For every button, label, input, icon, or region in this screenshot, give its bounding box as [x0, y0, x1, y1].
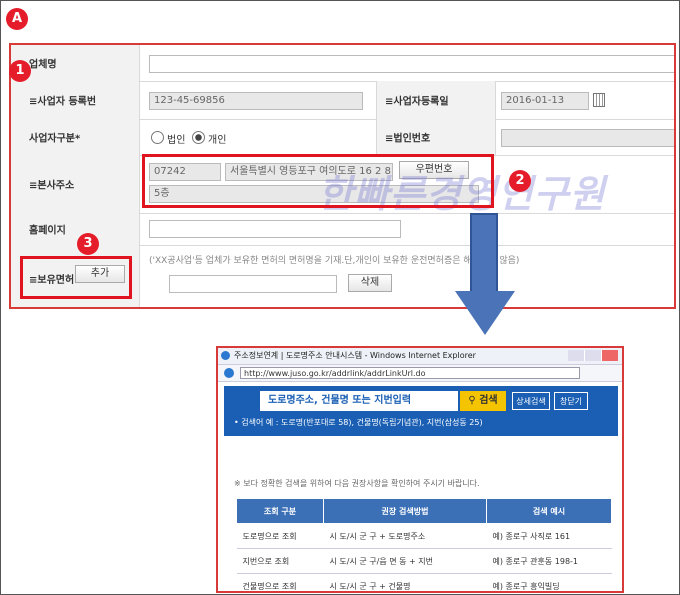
row-company-name: 업체명 [11, 45, 674, 82]
row-biztype: 사업자구분* 법인 개인 ≡법인번호 [11, 119, 674, 156]
bizdate-label: ≡사업자등록일 [385, 96, 449, 108]
license-hint: ('XX공사업'등 업체가 보유한 면허의 면허명을 기재.단,개인이 보유한 … [149, 256, 520, 266]
radio-indiv-label: 개인 [208, 135, 227, 146]
marker-3: 3 [77, 233, 99, 255]
table-header: 권장 검색방법 [323, 498, 487, 524]
company-name-label: 업체명 [29, 59, 57, 71]
calendar-icon[interactable] [593, 93, 605, 107]
ie-page-icon [224, 368, 234, 378]
search-banner: 도로명주소, 건물명 또는 지번입력 ⚲ 검색 상세검색 창닫기 • 검색어 예… [224, 386, 618, 436]
detail-search-button[interactable]: 상세검색 [512, 392, 550, 410]
corpno-input[interactable] [501, 129, 674, 147]
table-row: 도로명으로 조회 시 도/시 군 구 + 도로명주소 예) 종로구 사직로 16… [236, 523, 612, 549]
table-row: 지번으로 조회 시 도/시 군 구/읍 면 동 + 지번 예) 종로구 관훈동 … [236, 548, 612, 574]
delete-license-button[interactable]: 삭제 [348, 274, 392, 292]
popup-titlebar: 주소정보연계 | 도로명주소 안내시스템 - Windows Internet … [218, 348, 622, 365]
biztype-label: 사업자구분* [29, 133, 81, 145]
guide-note: ※ 보다 정확한 검색을 위하여 다음 권장사항을 확인하여 주시기 바랍니다. [234, 479, 480, 488]
arrow-down [470, 213, 498, 293]
table-header: 검색 예시 [486, 498, 612, 524]
license-input[interactable] [169, 275, 337, 293]
marker-2: 2 [509, 170, 531, 192]
search-icon: ⚲ [468, 395, 480, 406]
address-label: ≡본사주소 [29, 180, 75, 192]
license-highlight [20, 256, 132, 299]
search-guide-table: 조회 구분 권장 검색방법 검색 예시 도로명으로 조회 시 도/시 군 구 +… [236, 498, 612, 591]
close-window-button[interactable]: 창닫기 [554, 392, 588, 410]
radio-corp-label: 법인 [167, 135, 186, 146]
bizno-label: ≡사업자 등록번 [29, 96, 97, 108]
bizdate-input[interactable]: 2016-01-13 [501, 92, 589, 110]
ie-logo-icon [221, 351, 230, 360]
table-row: 건물명으로 조회 시 도/시 군 구 + 건물명 예) 종로구 흥익빌딩 [236, 573, 612, 591]
popup-title: 주소정보연계 | 도로명주소 안내시스템 - Windows Internet … [234, 351, 476, 360]
marker-a: A [6, 8, 28, 30]
popup-window: 주소정보연계 | 도로명주소 안내시스템 - Windows Internet … [216, 346, 624, 593]
radio-corp[interactable] [151, 131, 164, 144]
address-highlight [142, 154, 494, 208]
homepage-input[interactable] [149, 220, 401, 238]
row-bizno: ≡사업자 등록번 123-45-69856 ≡사업자등록일 2016-01-13 [11, 81, 674, 120]
bizno-input[interactable]: 123-45-69856 [149, 92, 363, 110]
company-name-input[interactable] [149, 55, 674, 73]
address-bar: http://www.juso.go.kr/addrlink/addrLinkU… [218, 365, 622, 382]
search-button[interactable]: ⚲ 검색 [460, 391, 506, 411]
window-controls[interactable] [568, 350, 618, 361]
homepage-label: 홈페이지 [29, 225, 66, 237]
table-header: 조회 구분 [236, 498, 324, 524]
url-field[interactable]: http://www.juso.go.kr/addrlink/addrLinkU… [240, 367, 580, 379]
radio-indiv[interactable] [192, 131, 205, 144]
address-search-input[interactable]: 도로명주소, 건물명 또는 지번입력 [260, 391, 458, 411]
corpno-label: ≡법인번호 [385, 133, 431, 145]
search-example: • 검색어 예 : 도로명(반포대로 58), 건물명(독립기념관), 지번(삼… [234, 418, 483, 427]
arrow-down-head [455, 291, 515, 335]
marker-1: 1 [9, 60, 31, 82]
